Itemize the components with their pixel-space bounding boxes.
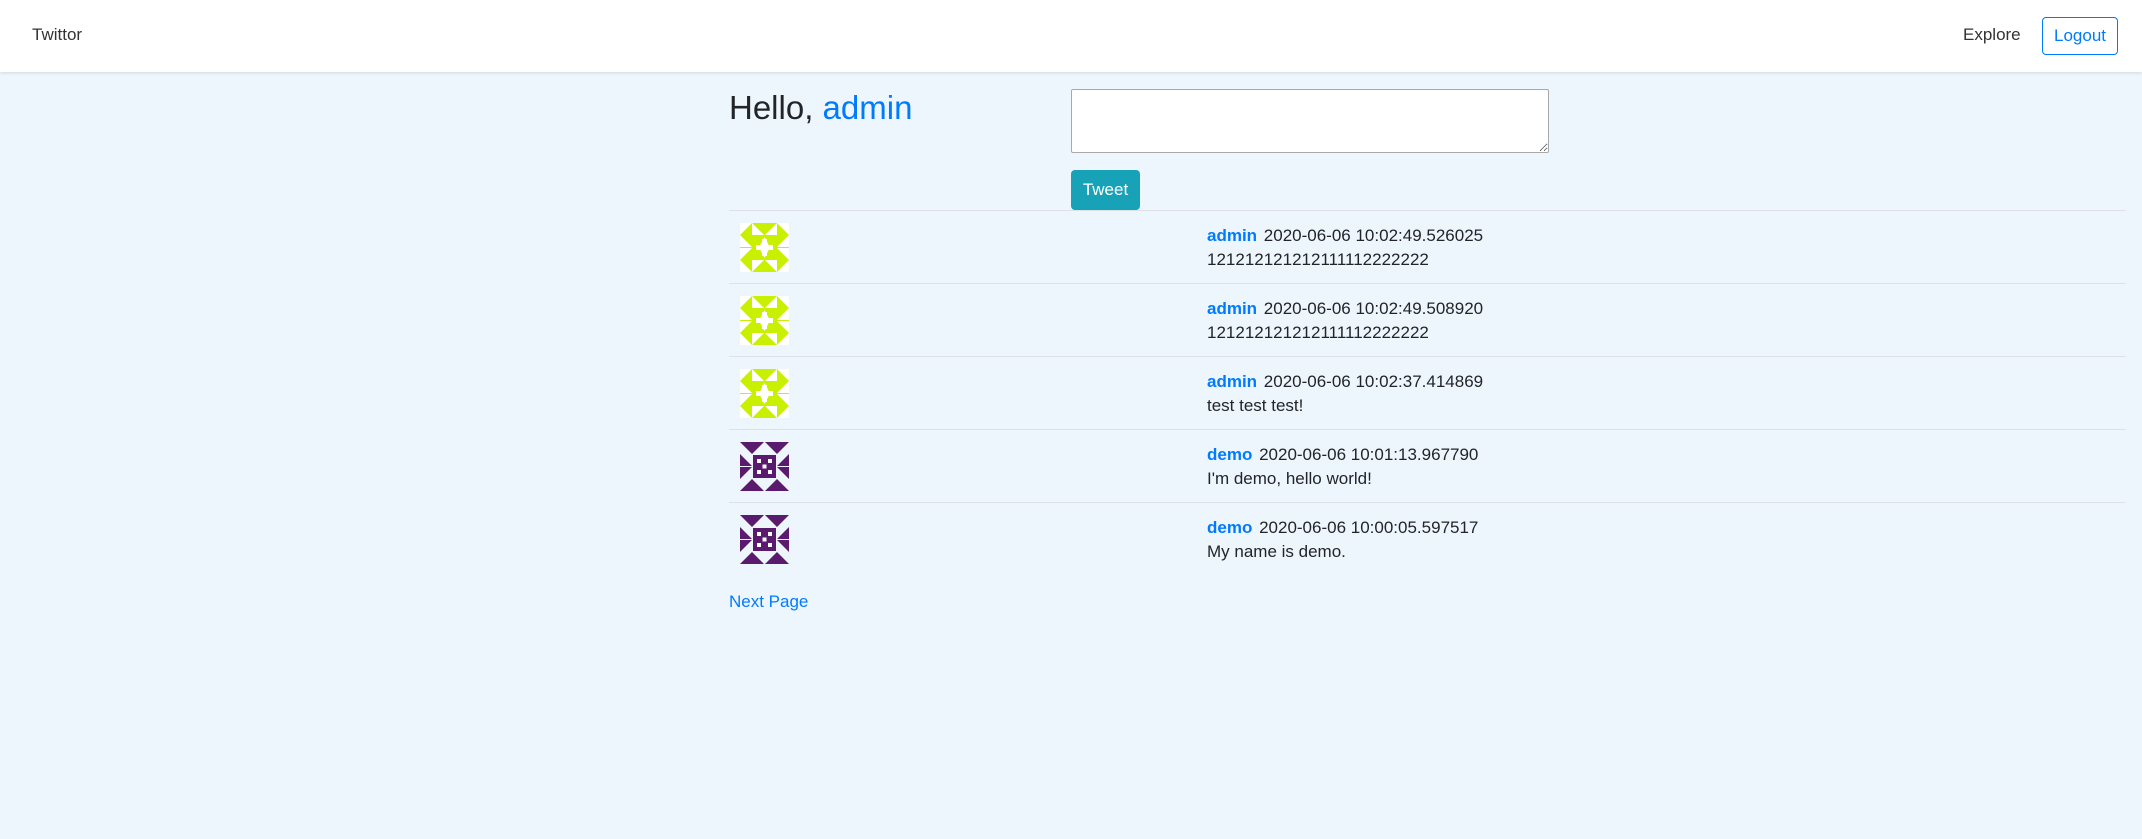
tweet-row: admin 2020-06-06 10:02:49.508920 1212121… bbox=[729, 283, 2126, 356]
tweet-timestamp: 2020-06-06 10:00:05.597517 bbox=[1259, 518, 1479, 537]
tweet-input[interactable] bbox=[1071, 89, 1549, 153]
greeting-heading: Hello, admin bbox=[729, 89, 912, 127]
tweet-feed: admin 2020-06-06 10:02:49.526025 1212121… bbox=[729, 210, 2126, 575]
tweet-author-link[interactable]: admin bbox=[1207, 372, 1257, 391]
tweet-row: demo 2020-06-06 10:01:13.967790 I'm demo… bbox=[729, 429, 2126, 502]
tweet-author-link[interactable]: demo bbox=[1207, 518, 1252, 537]
tweet-timestamp: 2020-06-06 10:02:37.414869 bbox=[1263, 372, 1484, 391]
greeting-prefix: Hello, bbox=[729, 89, 814, 126]
admin-avatar-icon[interactable] bbox=[740, 296, 789, 345]
tweet-body: 121212121212111112222222 bbox=[1207, 323, 1429, 342]
tweet-body: 121212121212111112222222 bbox=[1207, 250, 1429, 269]
tweet-meta: demo 2020-06-06 10:00:05.597517 My name … bbox=[1207, 516, 1478, 564]
tweet-meta: demo 2020-06-06 10:01:13.967790 I'm demo… bbox=[1207, 443, 1478, 491]
tweet-author-link[interactable]: demo bbox=[1207, 445, 1252, 464]
logout-button[interactable]: Logout bbox=[2042, 17, 2118, 55]
tweet-timestamp: 2020-06-06 10:02:49.508920 bbox=[1263, 299, 1484, 318]
tweet-body: My name is demo. bbox=[1207, 542, 1346, 561]
tweet-body: I'm demo, hello world! bbox=[1207, 469, 1372, 488]
navbar: Twittor Explore Logout bbox=[0, 0, 2142, 72]
tweet-row: admin 2020-06-06 10:02:37.414869 test te… bbox=[729, 356, 2126, 429]
tweet-meta: admin 2020-06-06 10:02:49.508920 1212121… bbox=[1207, 297, 1483, 345]
explore-link[interactable]: Explore bbox=[1963, 25, 2021, 45]
tweet-row: demo 2020-06-06 10:00:05.597517 My name … bbox=[729, 502, 2126, 575]
demo-avatar-icon[interactable] bbox=[740, 442, 789, 491]
tweet-body: test test test! bbox=[1207, 396, 1304, 415]
tweet-meta: admin 2020-06-06 10:02:49.526025 1212121… bbox=[1207, 224, 1483, 272]
tweet-author-link[interactable]: admin bbox=[1207, 226, 1257, 245]
tweet-meta: admin 2020-06-06 10:02:37.414869 test te… bbox=[1207, 370, 1483, 418]
admin-avatar-icon[interactable] bbox=[740, 369, 789, 418]
tweet-author-link[interactable]: admin bbox=[1207, 299, 1257, 318]
tweet-row: admin 2020-06-06 10:02:49.526025 1212121… bbox=[729, 210, 2126, 283]
tweet-timestamp: 2020-06-06 10:02:49.526025 bbox=[1263, 226, 1484, 245]
admin-avatar-icon[interactable] bbox=[740, 223, 789, 272]
demo-avatar-icon[interactable] bbox=[740, 515, 789, 564]
greeting-username-link[interactable]: admin bbox=[823, 89, 913, 126]
next-page-link[interactable]: Next Page bbox=[729, 592, 808, 612]
tweet-button[interactable]: Tweet bbox=[1071, 170, 1140, 210]
tweet-timestamp: 2020-06-06 10:01:13.967790 bbox=[1259, 445, 1479, 464]
brand-link[interactable]: Twittor bbox=[32, 25, 82, 45]
